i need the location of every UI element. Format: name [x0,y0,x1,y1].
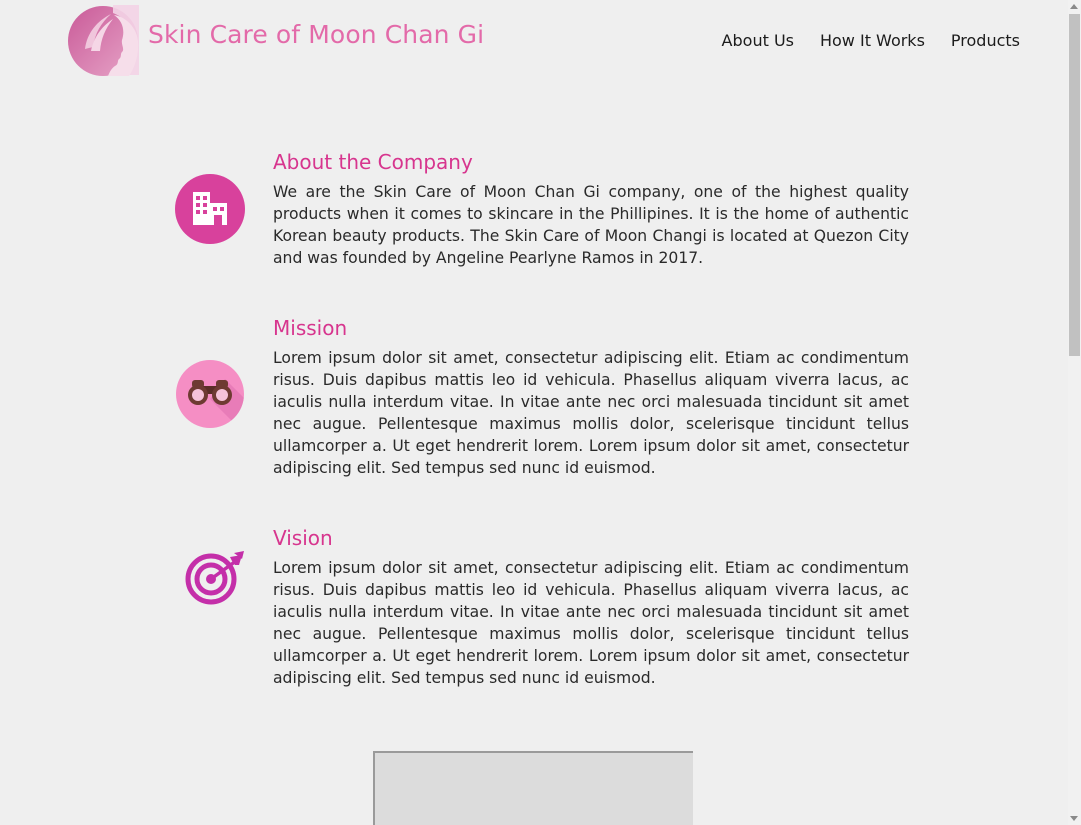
binoculars-icon [175,359,245,429]
section-body: We are the Skin Care of Moon Chan Gi com… [273,183,909,267]
main-nav: About Us How It Works Products [722,31,1020,50]
section-title: Vision [273,526,333,550]
section-title: About the Company [273,150,473,174]
page: Skin Care of Moon Chan Gi About Us How I… [0,0,1081,825]
brand-name[interactable]: Skin Care of Moon Chan Gi [148,20,484,49]
building-icon [174,173,246,245]
site-header: Skin Care of Moon Chan Gi About Us How I… [0,0,1068,80]
section-body: Lorem ipsum dolor sit amet, consectetur … [273,559,909,687]
section-title: Mission [273,316,348,340]
nav-how-it-works[interactable]: How It Works [820,31,925,50]
content-image-frame [373,751,693,825]
scroll-down-icon[interactable] [1070,816,1078,821]
page-scrollbar[interactable] [1068,0,1081,825]
target-icon [184,551,246,607]
nav-products[interactable]: Products [951,31,1020,50]
scroll-thumb[interactable] [1069,14,1080,356]
scroll-up-icon[interactable] [1070,4,1078,9]
nav-about-us[interactable]: About Us [722,31,794,50]
brand-logo-icon[interactable] [67,5,139,77]
section-body: Lorem ipsum dolor sit amet, consectetur … [273,349,909,477]
